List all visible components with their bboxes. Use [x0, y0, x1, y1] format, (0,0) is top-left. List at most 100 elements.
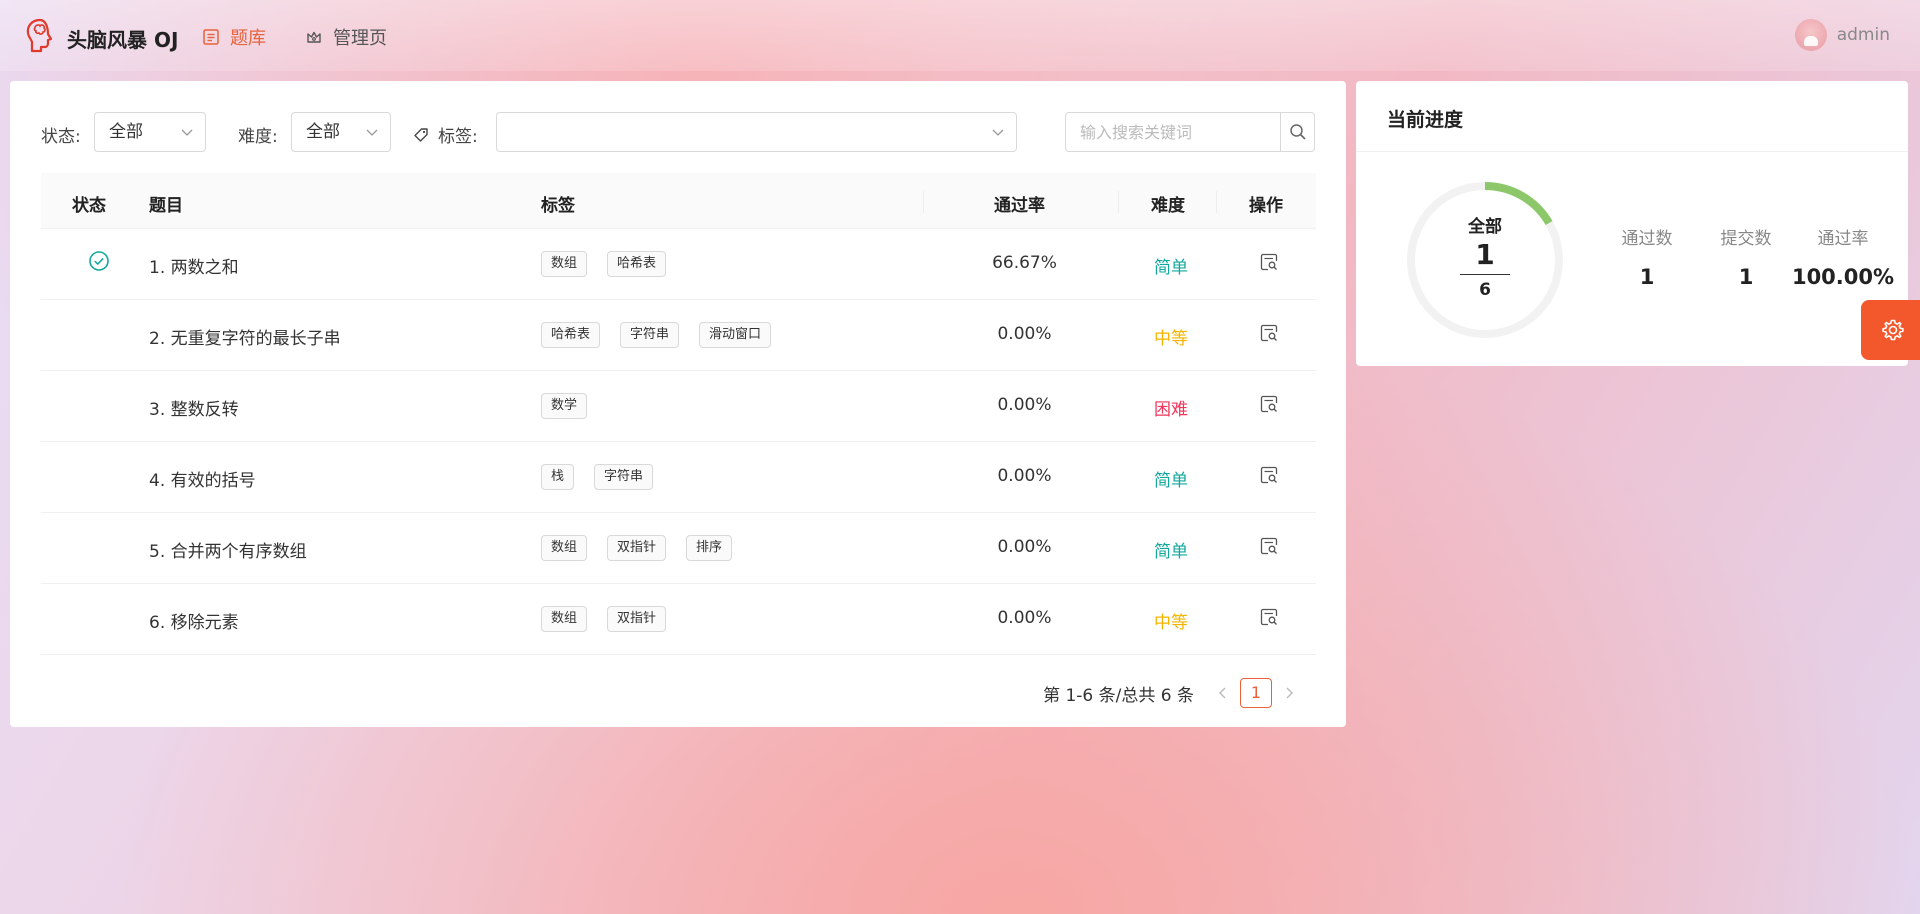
difficulty-select-value: 全部	[306, 122, 340, 142]
pass-rate: 0.00%	[997, 537, 1052, 557]
stat-value: 100.00%	[1791, 265, 1895, 289]
tag-list: 哈希表 字符串 滑动窗口	[541, 322, 772, 348]
header-rate: 通过率	[994, 196, 1045, 216]
pagination: 第 1-6 条/总共 6 条 1	[1043, 678, 1306, 708]
chevron-down-icon	[992, 129, 1004, 136]
tags-filter-label: 标签:	[413, 122, 478, 147]
difficulty-label: 简单	[1154, 542, 1188, 562]
difficulty-label: 中等	[1154, 329, 1188, 349]
header-title: 题目	[149, 196, 183, 216]
pass-rate: 66.67%	[992, 253, 1057, 273]
problem-list-panel: 状态: 全部 难度: 全部 标签: 输入搜索关键词 状态 题目 标签 通过率 难…	[10, 81, 1346, 727]
stat-label: 通过数	[1621, 229, 1673, 249]
search-input[interactable]	[1066, 113, 1280, 151]
tag[interactable]: 双指针	[607, 535, 667, 561]
chevron-right-icon[interactable]	[1280, 684, 1298, 702]
view-detail-icon[interactable]	[1259, 323, 1279, 343]
crown-icon	[307, 31, 321, 43]
tag-list: 数组 双指针	[541, 606, 667, 632]
problem-table: 状态 题目 标签 通过率 难度 操作 1. 两数之和 数组 哈希表 66.67% 简单 2…	[41, 173, 1316, 655]
stat-value: 1	[1639, 265, 1655, 289]
tag-list: 数学	[541, 393, 588, 419]
pass-rate: 0.00%	[997, 395, 1052, 415]
nav-problems-label: 题库	[230, 28, 266, 49]
status-select[interactable]: 全部	[94, 112, 206, 152]
list-icon	[203, 29, 219, 45]
tag[interactable]: 栈	[541, 464, 575, 490]
fraction-line	[1460, 274, 1510, 275]
gear-icon	[1882, 319, 1904, 341]
column-divider	[1118, 191, 1119, 213]
problem-title[interactable]: 2. 无重复字符的最长子串	[149, 324, 341, 349]
header-tags: 标签	[541, 196, 575, 216]
tag[interactable]: 哈希表	[607, 251, 667, 277]
difficulty-select[interactable]: 全部	[291, 112, 391, 152]
tag[interactable]: 滑动窗口	[699, 322, 772, 348]
brain-logo-icon[interactable]	[24, 17, 56, 55]
view-detail-icon[interactable]	[1259, 607, 1279, 627]
chevron-down-icon	[366, 129, 378, 136]
tag[interactable]: 数学	[541, 393, 588, 419]
stat-label: 提交数	[1720, 229, 1772, 249]
tag[interactable]: 排序	[686, 535, 733, 561]
table-row[interactable]: 3. 整数反转 数学 0.00% 困难	[41, 371, 1316, 442]
stat-value: 1	[1738, 265, 1754, 289]
chevron-down-icon	[181, 129, 193, 136]
view-detail-icon[interactable]	[1259, 536, 1279, 556]
search-icon	[1289, 124, 1306, 140]
nav-problems[interactable]: 题库	[202, 24, 266, 50]
divider	[1356, 151, 1908, 152]
difficulty-filter-label: 难度:	[238, 127, 278, 147]
table-row[interactable]: 6. 移除元素 数组 双指针 0.00% 中等	[41, 584, 1316, 655]
problem-title[interactable]: 1. 两数之和	[149, 253, 239, 278]
problem-title[interactable]: 5. 合并两个有序数组	[149, 537, 307, 562]
table-row[interactable]: 2. 无重复字符的最长子串 哈希表 字符串 滑动窗口 0.00% 中等	[41, 300, 1316, 371]
tags-select[interactable]	[496, 112, 1017, 152]
difficulty-label: 简单	[1154, 258, 1188, 278]
pass-rate: 0.00%	[997, 324, 1052, 344]
header-status: 状态	[72, 196, 106, 216]
progress-panel: 当前进度 全部 1 6 通过数 1 提交数 1 通过率 100.00%	[1356, 81, 1908, 366]
avatar[interactable]	[1794, 19, 1827, 51]
problem-title[interactable]: 3. 整数反转	[149, 395, 239, 420]
user-menu[interactable]: admin	[1794, 19, 1890, 51]
table-row[interactable]: 1. 两数之和 数组 哈希表 66.67% 简单	[41, 229, 1316, 300]
table-header: 状态 题目 标签 通过率 难度 操作	[41, 173, 1316, 229]
tag[interactable]: 数组	[541, 535, 588, 561]
view-detail-icon[interactable]	[1259, 252, 1279, 272]
tag-icon	[414, 127, 428, 142]
tag[interactable]: 哈希表	[541, 322, 601, 348]
difficulty-label: 简单	[1154, 471, 1188, 491]
check-circle-icon	[89, 251, 109, 271]
problem-title[interactable]: 6. 移除元素	[149, 608, 239, 633]
header-difficulty: 难度	[1151, 196, 1185, 216]
table-body: 1. 两数之和 数组 哈希表 66.67% 简单 2. 无重复字符的最长子串 哈希表 字符串滑…	[41, 229, 1316, 655]
chevron-left-icon[interactable]	[1214, 684, 1232, 702]
table-row[interactable]: 5. 合并两个有序数组 数组 双指针 排序 0.00% 简单	[41, 513, 1316, 584]
tag[interactable]: 字符串	[620, 322, 680, 348]
column-divider	[923, 191, 924, 213]
difficulty-label: 困难	[1154, 400, 1188, 420]
tag[interactable]: 数组	[541, 606, 588, 632]
view-detail-icon[interactable]	[1259, 394, 1279, 414]
stat-label: 通过率	[1817, 229, 1869, 249]
problem-title[interactable]: 4. 有效的括号	[149, 466, 256, 491]
difficulty-label: 中等	[1154, 613, 1188, 633]
page-button-1[interactable]: 1	[1240, 678, 1272, 708]
nav-admin[interactable]: 管理页	[305, 24, 387, 50]
top-header: 头脑风暴 OJ 题库 管理页 admin	[0, 0, 1920, 71]
view-detail-icon[interactable]	[1259, 465, 1279, 485]
tag[interactable]: 双指针	[607, 606, 667, 632]
brand-title: 头脑风暴 OJ	[67, 28, 179, 52]
tag-list: 栈字符串	[541, 464, 654, 490]
tag[interactable]: 字符串	[594, 464, 654, 490]
tags-filter-label-text: 标签:	[438, 127, 478, 147]
status-filter-label: 状态:	[41, 127, 81, 147]
search-button[interactable]	[1280, 113, 1314, 151]
progress-title: 当前进度	[1387, 109, 1464, 131]
table-row[interactable]: 4. 有效的括号 栈字符串 0.00% 简单	[41, 442, 1316, 513]
tag-list: 数组 哈希表	[541, 251, 667, 277]
tag[interactable]: 数组	[541, 251, 588, 277]
pass-rate: 0.00%	[997, 466, 1052, 486]
settings-button[interactable]	[1861, 300, 1920, 360]
